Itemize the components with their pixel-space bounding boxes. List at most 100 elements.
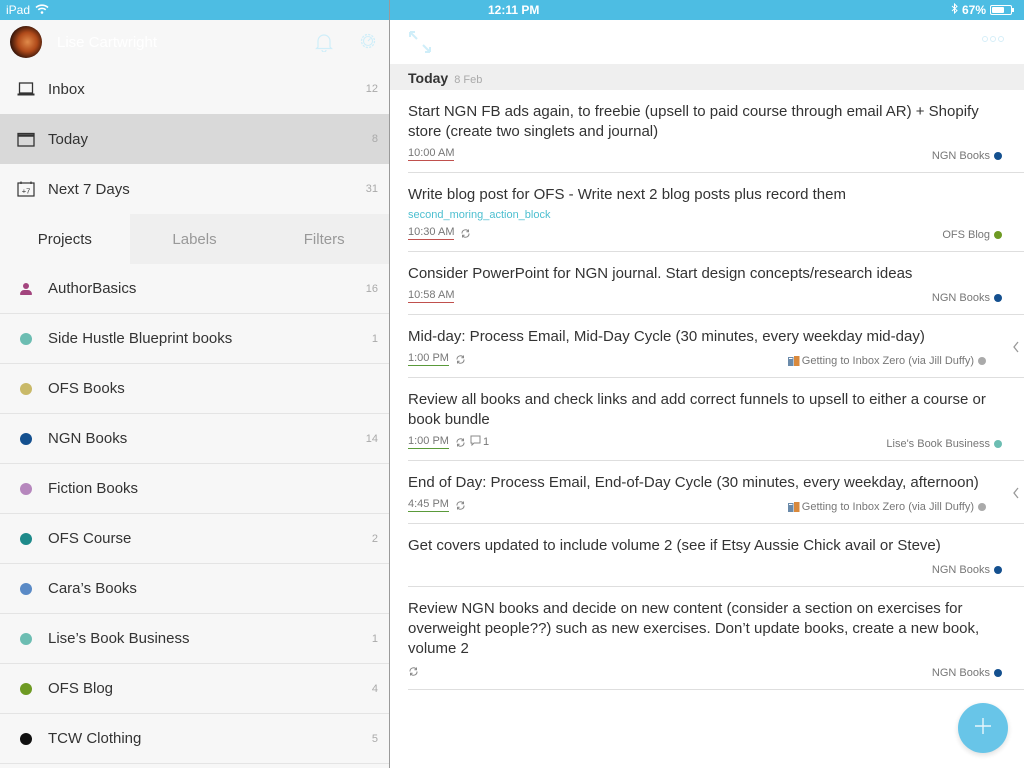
project-item[interactable]: TCW Clothing 5 xyxy=(0,714,389,764)
task-project-label: Lise's Book Business xyxy=(886,438,990,450)
task-content[interactable]: Review NGN books and decide on new conte… xyxy=(408,599,1002,659)
nav-item-next-7-days[interactable]: +7 Next 7 Days 31 xyxy=(0,164,389,214)
task-item[interactable]: Get covers updated to include volume 2 (… xyxy=(408,524,1024,587)
project-label: OFS Blog xyxy=(48,680,114,697)
project-item[interactable]: AuthorBasics 16 xyxy=(0,264,389,314)
due-date[interactable]: 1:00 PM xyxy=(408,435,449,449)
sidebar-tabs: Projects Labels Filters xyxy=(0,214,389,264)
task-project-label: NGN Books xyxy=(931,564,990,576)
task-content[interactable]: Mid-day: Process Email, Mid-Day Cycle (3… xyxy=(408,327,1002,347)
task-meta: 4:45 PM Getting to Inbox Zero (via Jill D… xyxy=(408,497,1002,513)
task-content[interactable]: Write blog post for OFS - Write next 2 b… xyxy=(408,185,1002,205)
task-label-tag[interactable]: second_moring_action_block xyxy=(408,209,1002,221)
shared-book-icon xyxy=(787,501,800,513)
project-list: AuthorBasics 16 Side Hustle Blueprint bo… xyxy=(0,264,389,764)
task-project[interactable]: Getting to Inbox Zero (via Jill Duffy) xyxy=(787,501,986,513)
project-count: 14 xyxy=(365,432,378,445)
due-date[interactable]: 4:45 PM xyxy=(408,498,449,512)
task-content[interactable]: Get covers updated to include volume 2 (… xyxy=(408,536,1002,556)
task-project-label: Getting to Inbox Zero (via Jill Duffy) xyxy=(801,355,974,367)
task-item[interactable]: End of Day: Process Email, End-of-Day Cy… xyxy=(408,461,1024,524)
project-count: 2 xyxy=(371,532,378,545)
task-meta: NGN Books xyxy=(408,560,1002,576)
inbox-icon xyxy=(16,79,36,99)
nav-item-label: Next 7 Days xyxy=(48,180,130,198)
task-item[interactable]: Review all books and check links and add… xyxy=(408,378,1024,461)
chevron-left-icon[interactable] xyxy=(1012,340,1020,358)
project-item[interactable]: Fiction Books xyxy=(0,464,389,514)
chevron-left-icon[interactable] xyxy=(1012,486,1020,504)
project-color-dot-icon xyxy=(994,669,1002,677)
task-item[interactable]: Mid-day: Process Email, Mid-Day Cycle (3… xyxy=(408,315,1024,378)
project-color-dot-icon xyxy=(20,332,32,345)
due-date[interactable]: 1:00 PM xyxy=(408,352,449,366)
task-project[interactable]: NGN Books xyxy=(932,150,1002,162)
task-list: Start NGN FB ads again, to freebie (upse… xyxy=(390,90,1024,690)
project-item[interactable]: OFS Blog 4 xyxy=(0,664,389,714)
bluetooth-icon xyxy=(951,2,958,17)
gear-icon[interactable] xyxy=(358,31,378,56)
task-meta: NGN Books xyxy=(408,663,1002,679)
recurring-icon xyxy=(455,500,466,511)
project-item[interactable]: OFS Books xyxy=(0,364,389,414)
task-item[interactable]: Consider PowerPoint for NGN journal. Sta… xyxy=(408,252,1024,315)
recurring-icon xyxy=(408,666,419,677)
task-item[interactable]: Write blog post for OFS - Write next 2 b… xyxy=(408,173,1024,252)
task-project-label: Getting to Inbox Zero (via Jill Duffy) xyxy=(801,501,974,513)
more-options-icon[interactable] xyxy=(982,36,1004,42)
project-label: OFS Course xyxy=(48,530,132,547)
due-date[interactable]: 10:00 AM xyxy=(408,147,455,161)
project-color-dot-icon xyxy=(978,357,986,365)
tab-projects[interactable]: Projects xyxy=(0,214,130,264)
project-item[interactable]: Cara’s Books xyxy=(0,564,389,614)
calendar-icon xyxy=(16,129,36,149)
project-color-dot-icon xyxy=(20,732,32,745)
task-item[interactable]: Review NGN books and decide on new conte… xyxy=(408,587,1024,690)
task-item[interactable]: Start NGN FB ads again, to freebie (upse… xyxy=(408,90,1024,173)
task-content[interactable]: End of Day: Process Email, End-of-Day Cy… xyxy=(408,473,1002,493)
project-item[interactable]: Lise’s Book Business 1 xyxy=(0,614,389,664)
task-content[interactable]: Review all books and check links and add… xyxy=(408,390,1002,430)
project-item[interactable]: OFS Course 2 xyxy=(0,514,389,564)
section-date: 8 Feb xyxy=(454,74,483,86)
task-content[interactable]: Consider PowerPoint for NGN journal. Sta… xyxy=(408,264,1002,284)
comments-indicator[interactable]: 1 xyxy=(470,435,489,449)
task-project[interactable]: NGN Books xyxy=(932,564,1002,576)
user-name[interactable]: Lise Cartwright xyxy=(57,34,157,51)
status-bar: iPad 12:11 PM 67% xyxy=(0,0,1024,20)
task-meta: 1:00 PM 1 Lise's Book Business xyxy=(408,434,1002,450)
project-item[interactable]: Side Hustle Blueprint books 1 xyxy=(0,314,389,364)
nav-item-inbox[interactable]: Inbox 12 xyxy=(0,64,389,114)
main-pane: Today Today 8 Feb Start NGN FB ads again… xyxy=(390,20,1024,768)
task-project[interactable]: NGN Books xyxy=(932,292,1002,304)
due-date[interactable]: 10:30 AM xyxy=(408,226,455,240)
project-label: Cara’s Books xyxy=(48,580,137,597)
task-project[interactable]: NGN Books xyxy=(932,667,1002,679)
task-project[interactable]: Getting to Inbox Zero (via Jill Duffy) xyxy=(787,355,986,367)
project-label: Lise’s Book Business xyxy=(48,630,190,647)
battery-icon xyxy=(990,5,1014,15)
tab-filters[interactable]: Filters xyxy=(259,214,389,264)
project-label: OFS Books xyxy=(48,380,125,397)
project-label: TCW Clothing xyxy=(48,730,142,747)
task-content[interactable]: Start NGN FB ads again, to freebie (upse… xyxy=(408,102,1002,142)
calendar-plus7-icon: +7 xyxy=(16,179,36,199)
nav-list: Inbox 12 Today 8 +7 Next 7 Days 31 xyxy=(0,64,389,214)
task-project[interactable]: OFS Blog xyxy=(942,229,1002,241)
battery-percent: 67% xyxy=(961,3,986,17)
nav-item-today[interactable]: Today 8 xyxy=(0,114,389,164)
project-color-dot-icon xyxy=(20,482,32,495)
tab-labels[interactable]: Labels xyxy=(130,214,260,264)
task-project-label: OFS Blog xyxy=(942,229,990,241)
task-meta: 1:00 PM Getting to Inbox Zero (via Jill D… xyxy=(408,351,1002,367)
due-date[interactable]: 10:58 AM xyxy=(408,289,455,303)
project-count: 16 xyxy=(365,282,378,295)
bell-icon[interactable] xyxy=(315,32,333,57)
nav-item-label: Today xyxy=(48,130,89,148)
project-item[interactable]: NGN Books 14 xyxy=(0,414,389,464)
task-project-label: NGN Books xyxy=(931,292,990,304)
task-project[interactable]: Lise's Book Business xyxy=(886,438,1002,450)
add-task-button[interactable] xyxy=(958,703,1008,753)
avatar[interactable] xyxy=(10,26,42,58)
recurring-icon xyxy=(460,228,471,239)
